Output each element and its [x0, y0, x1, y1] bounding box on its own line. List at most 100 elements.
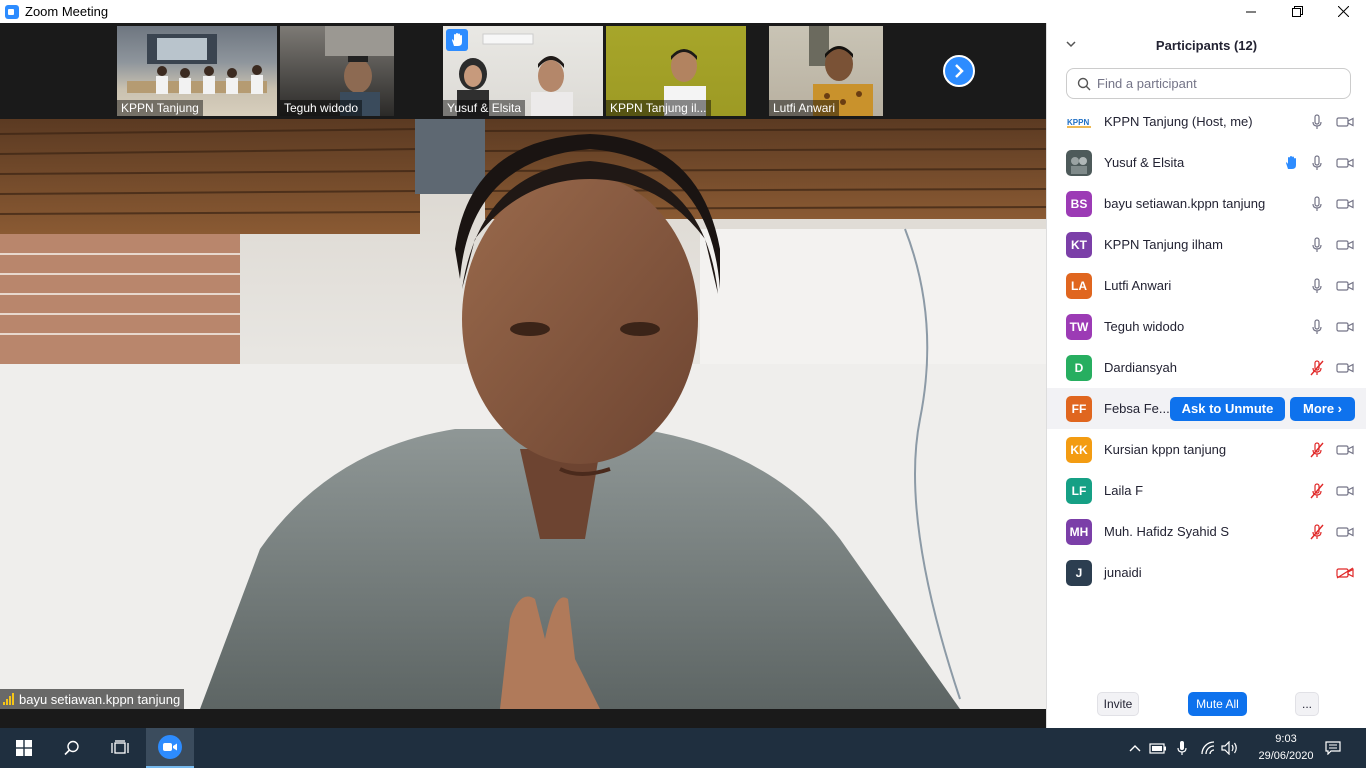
avatar: BS: [1066, 190, 1092, 217]
restore-button[interactable]: [1274, 0, 1320, 23]
panel-title: Participants (12): [1155, 37, 1258, 53]
speaker-name-label: bayu setiawan.kppn tanjung: [0, 689, 185, 709]
video-thumbnail[interactable]: Lutfi Anwari: [769, 26, 883, 116]
video-status[interactable]: [1335, 155, 1355, 171]
participant-row[interactable]: BS bayu setiawan.kppn tanjung: [1047, 183, 1366, 224]
microphone-muted-icon: [1310, 359, 1324, 375]
microphone-icon: [1312, 195, 1322, 211]
video-status[interactable]: [1335, 114, 1355, 130]
video-status[interactable]: [1335, 196, 1355, 212]
participant-row[interactable]: TW Teguh widodo: [1047, 306, 1366, 347]
search-icon: [1077, 77, 1091, 90]
minimize-button[interactable]: [1228, 0, 1274, 23]
video-status[interactable]: [1335, 565, 1355, 581]
close-button[interactable]: [1320, 0, 1366, 23]
more-options-button[interactable]: ...: [1295, 692, 1319, 716]
video-camera-icon: [1336, 321, 1354, 332]
next-page-button[interactable]: [943, 55, 975, 87]
window-controls: [1228, 0, 1366, 23]
start-button[interactable]: [0, 728, 48, 768]
microphone-icon: [1177, 741, 1187, 755]
microphone-muted-icon: [1310, 523, 1324, 539]
mic-status[interactable]: [1309, 359, 1325, 376]
taskbar: 9:03 29/06/2020: [0, 728, 1366, 768]
ask-to-unmute-button[interactable]: Ask to Unmute: [1170, 396, 1285, 421]
participant-name: Dardiansyah: [1104, 360, 1177, 375]
panel-footer: Invite Mute All ...: [1047, 692, 1366, 716]
avatar: [1066, 149, 1092, 176]
avatar: KPPN: [1066, 108, 1092, 135]
mic-status[interactable]: [1309, 154, 1325, 171]
microphone-muted-icon: [1310, 482, 1324, 498]
participant-list: KPPN KPPN Tanjung (Host, me) Yusuf & Elsit…: [1047, 101, 1366, 593]
invite-button[interactable]: Invite: [1097, 692, 1139, 716]
meeting-area: KPPN Tanjung Teguh widodo Yusuf & Elsita…: [0, 23, 1046, 728]
avatar: D: [1066, 354, 1092, 381]
mic-status[interactable]: [1309, 482, 1325, 499]
video-status[interactable]: [1335, 278, 1355, 294]
microphone-tray-button[interactable]: [1172, 728, 1192, 768]
taskbar-clock[interactable]: 9:03 29/06/2020: [1246, 731, 1326, 765]
search-taskbar-button[interactable]: [48, 728, 96, 768]
participant-name: Yusuf & Elsita: [1104, 155, 1185, 170]
thumbnail-name: Yusuf & Elsita: [443, 100, 526, 116]
action-center-button[interactable]: [1322, 728, 1344, 768]
raised-hand-badge: [446, 29, 468, 51]
video-status[interactable]: [1335, 319, 1355, 335]
participant-row[interactable]: KK Kursian kppn tanjung: [1047, 429, 1366, 470]
participant-name: Muh. Hafidz Syahid S: [1104, 524, 1230, 539]
participant-row[interactable]: KT KPPN Tanjung ilham: [1047, 224, 1366, 265]
participant-row[interactable]: LA Lutfi Anwari: [1047, 265, 1366, 306]
chevron-down-icon[interactable]: [1065, 38, 1077, 50]
participant-row[interactable]: MH Muh. Hafidz Syahid S: [1047, 511, 1366, 552]
zoom-taskbar-button[interactable]: [146, 728, 194, 768]
participant-status-icons: [1309, 441, 1355, 458]
title-bar: Zoom Meeting: [0, 0, 1366, 23]
participant-search[interactable]: [1066, 68, 1351, 99]
more-participant-actions-button[interactable]: More ›: [1290, 396, 1355, 421]
participant-row[interactable]: FF Febsa Fe... Ask to Unmute More ›: [1047, 388, 1366, 429]
participant-row[interactable]: LF Laila F: [1047, 470, 1366, 511]
avatar: TW: [1066, 313, 1092, 340]
video-status[interactable]: [1335, 442, 1355, 458]
volume-tray-button[interactable]: [1220, 728, 1240, 768]
show-hidden-icons-button[interactable]: [1126, 728, 1144, 768]
participant-name: Laila F: [1104, 483, 1144, 498]
video-thumbnail[interactable]: Teguh widodo: [280, 26, 394, 116]
participant-row[interactable]: KPPN KPPN Tanjung (Host, me): [1047, 101, 1366, 142]
svg-text:KPPN: KPPN: [1067, 118, 1089, 127]
avatar: LF: [1066, 477, 1092, 504]
mic-status[interactable]: [1309, 113, 1325, 130]
battery-tray-button[interactable]: [1148, 728, 1168, 768]
participant-status-icons: [1309, 318, 1355, 335]
mic-status[interactable]: [1309, 195, 1325, 212]
video-thumbnail[interactable]: Yusuf & Elsita: [443, 26, 603, 116]
notification-icon: [1325, 741, 1341, 755]
video-status[interactable]: [1335, 237, 1355, 253]
task-view-button[interactable]: [96, 728, 144, 768]
participant-name: Teguh widodo: [1104, 319, 1185, 334]
mute-all-button[interactable]: Mute All: [1188, 692, 1247, 716]
participant-row[interactable]: D Dardiansyah: [1047, 347, 1366, 388]
video-status[interactable]: [1335, 360, 1355, 376]
video-thumbnail[interactable]: KPPN Tanjung: [117, 26, 277, 116]
participant-name: junaidi: [1104, 565, 1142, 580]
zoom-app-icon: [5, 4, 19, 19]
mic-status[interactable]: [1309, 277, 1325, 294]
video-status[interactable]: [1335, 483, 1355, 499]
chevron-up-icon: [1129, 745, 1141, 752]
mic-status[interactable]: [1309, 318, 1325, 335]
participant-status-icons: [1309, 482, 1355, 499]
mic-status[interactable]: [1309, 523, 1325, 540]
video-status[interactable]: [1335, 524, 1355, 540]
participant-row[interactable]: Jjunaidi: [1047, 552, 1366, 593]
mic-status[interactable]: [1309, 236, 1325, 253]
search-input[interactable]: [1097, 76, 1337, 91]
network-tray-button[interactable]: [1198, 728, 1218, 768]
raised-hand-icon: [452, 33, 462, 46]
participant-name: bayu setiawan.kppn tanjung: [1104, 196, 1266, 211]
avatar: J: [1066, 559, 1092, 586]
mic-status[interactable]: [1309, 441, 1325, 458]
video-thumbnail[interactable]: KPPN Tanjung il...: [606, 26, 746, 116]
participant-row[interactable]: Yusuf & Elsita: [1047, 142, 1366, 183]
